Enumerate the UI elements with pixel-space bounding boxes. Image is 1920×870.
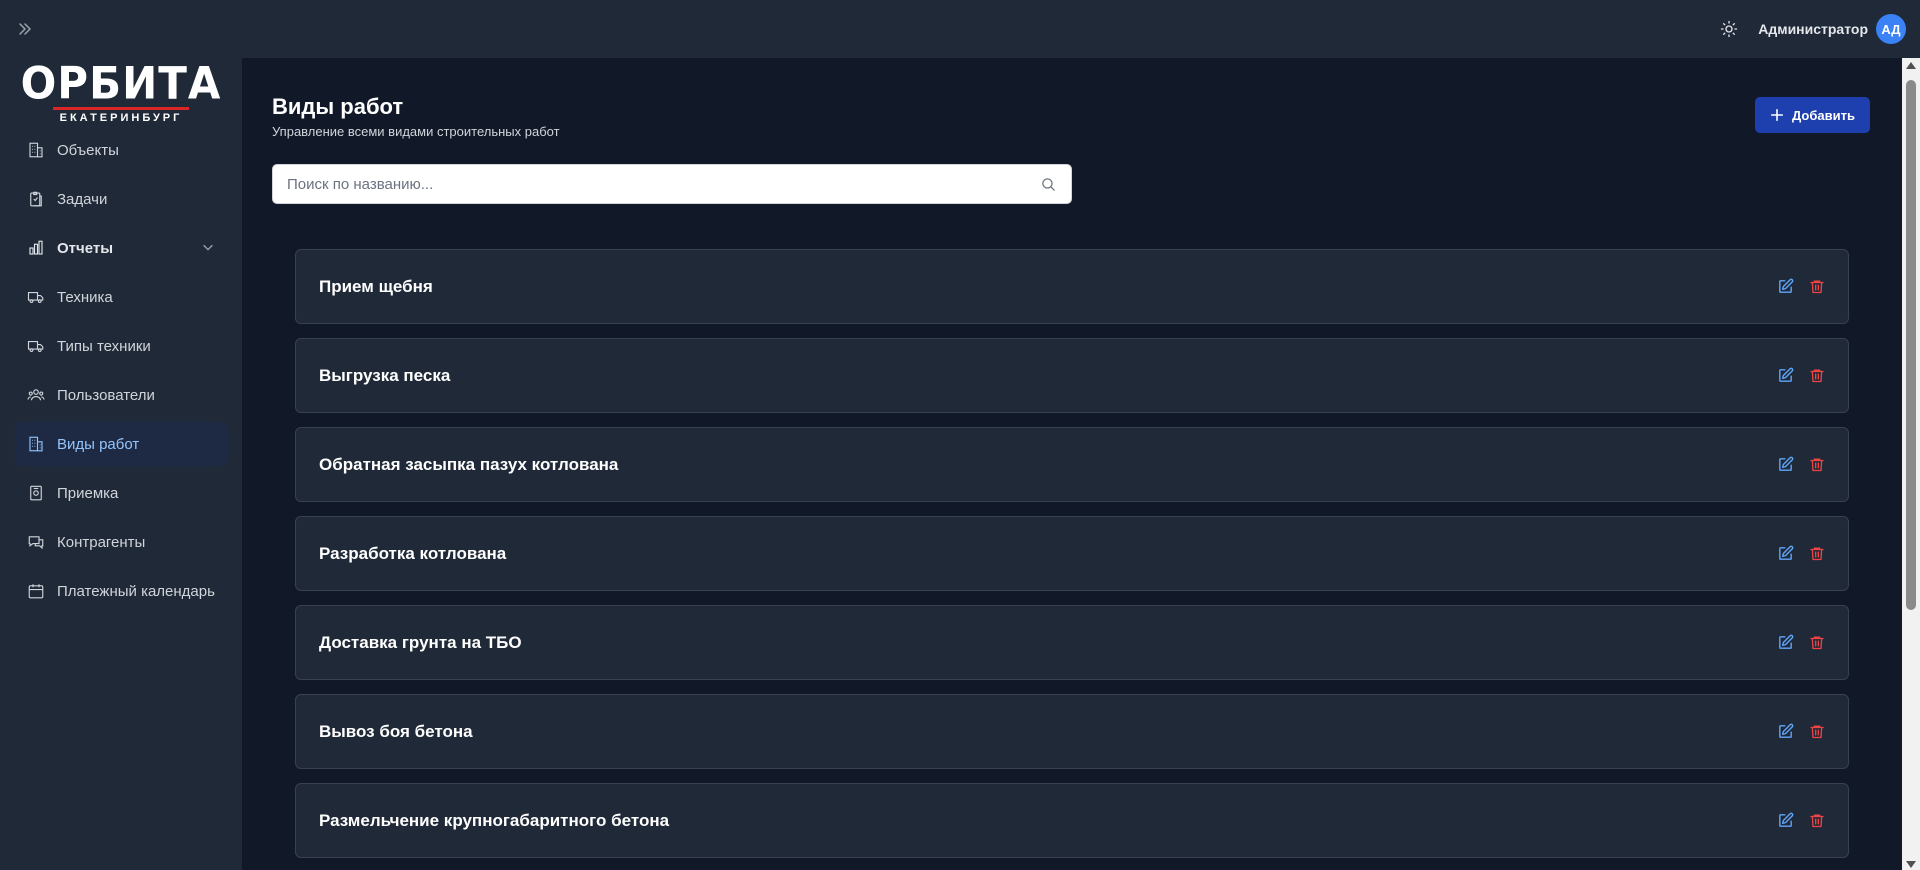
trash-icon[interactable] — [1808, 812, 1826, 830]
sidebar-nav: Объекты Задачи Отчеты Техника Типы техни… — [0, 128, 242, 613]
work-type-name: Прием щебня — [319, 276, 433, 296]
sun-icon[interactable] — [1718, 18, 1740, 40]
list-item: Прием щебня — [295, 249, 1849, 324]
page-scrollbar[interactable] — [1902, 58, 1920, 870]
user-menu[interactable]: Администратор АД — [1758, 14, 1906, 44]
add-button-label: Добавить — [1792, 107, 1855, 123]
list-item: Размельчение крупногабаритного бетона — [295, 783, 1849, 858]
trash-icon[interactable] — [1808, 278, 1826, 296]
scroll-up-arrow-icon[interactable] — [1906, 62, 1916, 69]
edit-icon[interactable] — [1776, 634, 1794, 652]
edit-icon[interactable] — [1776, 545, 1794, 563]
sidebar-item-label: Объекты — [57, 141, 119, 159]
logo-main-text: ОРБИТА — [20, 57, 222, 109]
edit-icon[interactable] — [1776, 812, 1794, 830]
user-name: Администратор — [1758, 21, 1868, 37]
sidebar-item-work-types[interactable]: Виды работ — [15, 422, 227, 466]
list-item: Вывоз боя бетона — [295, 694, 1849, 769]
search-box — [272, 164, 1072, 204]
page-title: Виды работ — [272, 94, 404, 119]
sidebar-item-label: Задачи — [57, 190, 108, 208]
truck-icon — [27, 291, 44, 304]
expand-sidebar-icon[interactable] — [14, 18, 36, 40]
sidebar-item-payment-calendar[interactable]: Платежный календарь — [15, 569, 227, 613]
edit-icon[interactable] — [1776, 367, 1794, 385]
sidebar-item-label: Типы техники — [57, 337, 151, 355]
trash-icon[interactable] — [1808, 367, 1826, 385]
clipboard-icon — [30, 191, 42, 207]
list-item: Разработка котлована — [295, 516, 1849, 591]
sidebar-item-tasks[interactable]: Задачи — [15, 177, 227, 221]
scroll-down-arrow-icon[interactable] — [1906, 861, 1916, 868]
scroll-thumb[interactable] — [1906, 80, 1916, 610]
sidebar-item-label: Контрагенты — [57, 533, 146, 551]
list-item: Обратная засыпка пазух котлована — [295, 427, 1849, 502]
plus-icon — [1770, 108, 1784, 122]
add-button[interactable]: Добавить — [1755, 97, 1870, 133]
list-item: Выгрузка песка — [295, 338, 1849, 413]
list-item: Доставка грунта на ТБО — [295, 605, 1849, 680]
edit-icon[interactable] — [1776, 723, 1794, 741]
search-icon[interactable] — [1040, 176, 1057, 193]
sidebar-item-users[interactable]: Пользователи — [15, 373, 227, 417]
sidebar-item-label: Виды работ — [57, 435, 140, 453]
page-subtitle: Управление всеми видами строительных раб… — [272, 124, 560, 139]
sidebar-item-contractors[interactable]: Контрагенты — [15, 520, 227, 564]
sidebar-item-equipment-types[interactable]: Типы техники — [15, 324, 227, 368]
work-type-name: Вывоз боя бетона — [319, 721, 473, 741]
trash-icon[interactable] — [1808, 723, 1826, 741]
chevron-down-icon[interactable] — [201, 240, 215, 254]
work-types-list: Прием щебня Выгрузка песка Обратная засы… — [295, 249, 1849, 870]
chat-icon — [28, 536, 44, 550]
building-icon — [29, 436, 43, 452]
work-type-name: Выгрузка песка — [319, 365, 451, 385]
main-content: Виды работ Управление всеми видами строи… — [242, 58, 1902, 870]
bar-chart-icon — [29, 240, 43, 255]
top-bar: Администратор АД — [0, 0, 1920, 58]
work-type-name: Обратная засыпка пазух котлована — [319, 454, 619, 474]
sidebar-item-reports[interactable]: Отчеты — [15, 226, 227, 270]
trash-icon[interactable] — [1808, 634, 1826, 652]
work-type-name: Разработка котлована — [319, 543, 507, 563]
work-type-name: Размельчение крупногабаритного бетона — [319, 810, 670, 830]
calendar-icon — [28, 584, 44, 599]
building-icon — [29, 142, 43, 158]
trash-icon[interactable] — [1808, 545, 1826, 563]
search-input[interactable] — [287, 175, 1040, 193]
truck-icon — [27, 340, 44, 353]
sidebar-item-label: Приемка — [57, 484, 119, 502]
edit-icon[interactable] — [1776, 456, 1794, 474]
logo[interactable]: ОРБИТА ЕКАТЕРИНБУРГ — [0, 58, 242, 128]
sidebar-item-label: Пользователи — [57, 386, 155, 404]
document-check-icon — [30, 485, 42, 501]
avatar[interactable]: АД — [1876, 14, 1906, 44]
edit-icon[interactable] — [1776, 278, 1794, 296]
sidebar-item-label: Отчеты — [57, 239, 114, 257]
trash-icon[interactable] — [1808, 456, 1826, 474]
sidebar: ОРБИТА ЕКАТЕРИНБУРГ Объекты Задачи Отчет… — [0, 58, 242, 870]
work-type-name: Доставка грунта на ТБО — [319, 632, 522, 652]
sidebar-item-label: Техника — [57, 288, 113, 306]
sidebar-item-equipment[interactable]: Техника — [15, 275, 227, 319]
sidebar-item-acceptance[interactable]: Приемка — [15, 471, 227, 515]
sidebar-item-label: Платежный календарь — [57, 582, 215, 600]
users-icon — [27, 389, 45, 401]
logo-sub-text: ЕКАТЕРИНБУРГ — [59, 111, 183, 124]
sidebar-item-objects[interactable]: Объекты — [15, 128, 227, 172]
